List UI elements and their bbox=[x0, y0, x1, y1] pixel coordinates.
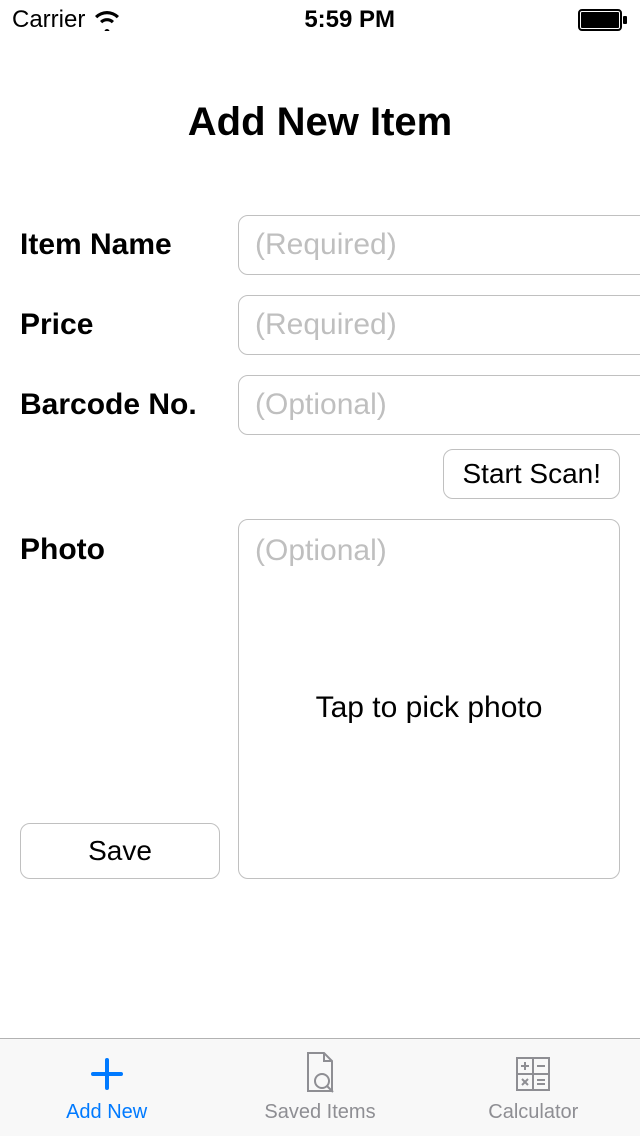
tab-calculator[interactable]: Calculator bbox=[427, 1039, 640, 1136]
clock-label: 5:59 PM bbox=[304, 6, 395, 34]
photo-placeholder: (Optional) bbox=[239, 520, 619, 568]
photo-picker[interactable]: (Optional) Tap to pick photo bbox=[238, 519, 620, 879]
row-photo: Photo Save (Optional) Tap to pick photo bbox=[20, 519, 620, 879]
tab-add-new-label: Add New bbox=[66, 1101, 147, 1124]
calculator-icon bbox=[513, 1051, 553, 1097]
status-left: Carrier bbox=[12, 6, 121, 34]
input-item-name[interactable] bbox=[238, 215, 640, 275]
tab-saved-items-label: Saved Items bbox=[264, 1101, 375, 1124]
tab-bar: Add New Saved Items Calculator bbox=[0, 1038, 640, 1136]
photo-hint: Tap to pick photo bbox=[239, 568, 619, 878]
plus-icon bbox=[87, 1051, 127, 1097]
tab-add-new[interactable]: Add New bbox=[0, 1039, 213, 1136]
carrier-label: Carrier bbox=[12, 6, 85, 34]
tab-saved-items[interactable]: Saved Items bbox=[213, 1039, 426, 1136]
status-bar: Carrier 5:59 PM bbox=[0, 0, 640, 40]
input-barcode[interactable] bbox=[238, 375, 640, 435]
save-button[interactable]: Save bbox=[20, 823, 220, 879]
input-price[interactable] bbox=[238, 295, 640, 355]
row-scan: Start Scan! bbox=[20, 449, 620, 499]
start-scan-button[interactable]: Start Scan! bbox=[443, 449, 620, 499]
label-price: Price bbox=[20, 308, 220, 342]
label-item-name: Item Name bbox=[20, 228, 220, 262]
tab-calculator-label: Calculator bbox=[488, 1101, 578, 1124]
row-price: Price bbox=[20, 295, 620, 355]
page-title: Add New Item bbox=[20, 100, 620, 145]
document-search-icon bbox=[300, 1051, 340, 1097]
row-item-name: Item Name bbox=[20, 215, 620, 275]
page-content: Add New Item Item Name Price Barcode No.… bbox=[0, 100, 640, 879]
label-photo: Photo bbox=[20, 519, 220, 567]
label-barcode: Barcode No. bbox=[20, 388, 220, 422]
battery-icon bbox=[578, 9, 628, 31]
wifi-icon bbox=[93, 9, 121, 31]
photo-left-col: Photo Save bbox=[20, 519, 220, 879]
row-barcode: Barcode No. bbox=[20, 375, 620, 435]
